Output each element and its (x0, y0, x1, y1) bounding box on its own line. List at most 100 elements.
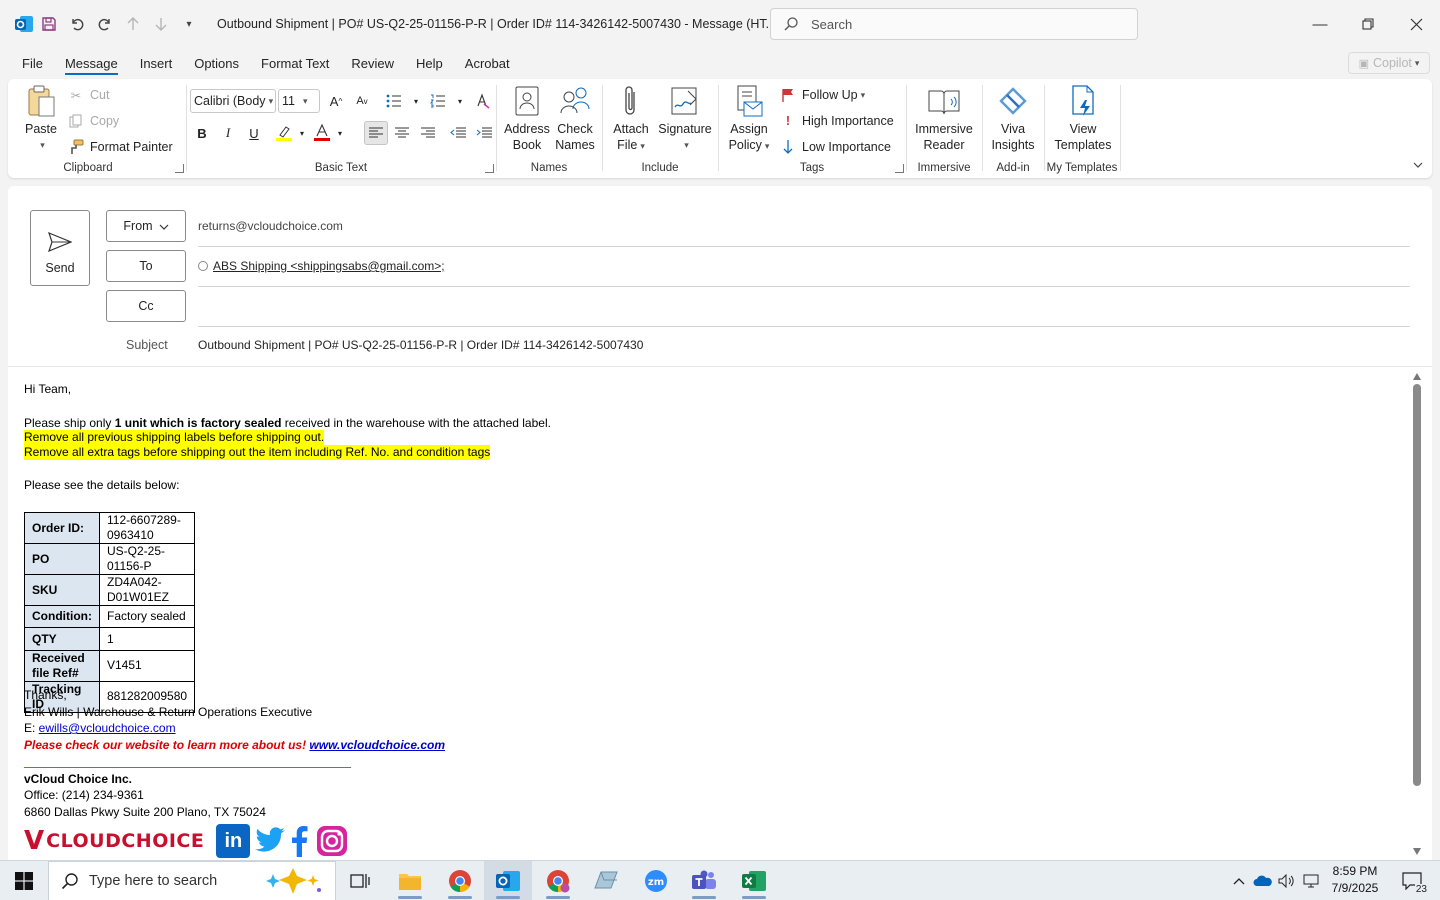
tab-message[interactable]: Message (54, 48, 129, 78)
chevron-down-icon[interactable]: ▾ (404, 89, 428, 113)
taskbar: Type here to search zm 8:59 PM 7/9/2025 … (0, 860, 1440, 900)
dialog-launcher-icon[interactable] (175, 164, 184, 173)
tab-acrobat[interactable]: Acrobat (454, 48, 521, 78)
cc-button[interactable]: Cc (106, 290, 186, 322)
vertical-scrollbar[interactable] (1408, 370, 1426, 860)
chrome-icon[interactable] (436, 861, 484, 900)
table-row: SKU ZD4A042-D01W01EZ (24, 574, 196, 606)
cc-field[interactable] (198, 326, 1410, 327)
save-icon[interactable] (35, 10, 63, 38)
cut-button[interactable]: ✂ Cut (68, 87, 110, 103)
chevron-down-icon[interactable]: ▾ (448, 89, 472, 113)
align-center-icon[interactable] (390, 121, 414, 145)
numbering-icon[interactable] (426, 89, 450, 113)
chevron-down-icon[interactable]: ▾ (328, 121, 352, 145)
instagram-icon[interactable] (316, 825, 348, 857)
minimize-icon[interactable]: — (1296, 0, 1344, 48)
notifications-icon[interactable]: 23 (1394, 861, 1430, 900)
send-button[interactable]: Send (30, 210, 90, 286)
scroll-up-icon[interactable] (1413, 373, 1421, 380)
copy-button[interactable]: Copy (68, 113, 119, 129)
from-button[interactable]: From (106, 210, 186, 242)
redo-icon[interactable] (91, 10, 119, 38)
restore-icon[interactable] (1344, 0, 1392, 48)
scroll-thumb[interactable] (1413, 384, 1421, 786)
facebook-icon[interactable] (290, 825, 308, 857)
address-book-button[interactable]: Address Book (504, 83, 550, 153)
underline-icon[interactable]: U (242, 121, 266, 145)
outlook-taskbar-icon[interactable] (484, 861, 532, 900)
zoom-icon[interactable]: zm (632, 861, 680, 900)
chrome-profile-icon[interactable] (534, 861, 582, 900)
scroll-down-icon[interactable] (1413, 848, 1421, 855)
copilot-button[interactable]: ▣ Copilot ▾ (1348, 52, 1430, 74)
follow-up-button[interactable]: Follow Up ▾ (780, 87, 865, 103)
to-field[interactable]: ABS Shipping <shippingsabs@gmail.com>; (198, 259, 445, 273)
file-explorer-icon[interactable] (386, 861, 434, 900)
tab-insert[interactable]: Insert (129, 48, 184, 78)
assign-policy-button[interactable]: Assign Policy ▾ (726, 83, 772, 154)
table-row: PO US-Q2-25-01156-P (24, 543, 196, 575)
bullets-icon[interactable] (382, 89, 406, 113)
subject-field[interactable]: Outbound Shipment | PO# US-Q2-25-01156-P… (198, 338, 643, 352)
tab-review[interactable]: Review (340, 48, 405, 78)
font-size-select[interactable]: 11 ▾ (278, 89, 320, 113)
teams-icon[interactable] (680, 861, 728, 900)
email-link[interactable]: ewills@vcloudchoice.com (39, 721, 176, 735)
from-field[interactable]: returns@vcloudchoice.com (198, 219, 343, 233)
instruction-line: Please ship only 1 unit which is factory… (24, 416, 551, 430)
format-painter-button[interactable]: Format Painter (68, 139, 173, 155)
chevron-up-icon[interactable] (1228, 861, 1250, 900)
close-icon[interactable] (1392, 0, 1440, 48)
customize-toolbar-icon[interactable]: ▾ (175, 10, 203, 38)
immersive-reader-button[interactable]: Immersive Reader (910, 83, 978, 153)
dialog-launcher-icon[interactable] (895, 164, 904, 173)
shrink-font-icon[interactable]: Av (350, 89, 374, 113)
twitter-icon[interactable] (254, 827, 286, 855)
signature-button[interactable]: Signature ▾ (656, 83, 714, 153)
low-importance-button[interactable]: Low Importance (780, 139, 891, 155)
website-link[interactable]: www.vcloudchoice.com (309, 738, 445, 752)
view-templates-button[interactable]: View Templates (1050, 83, 1116, 153)
task-view-icon[interactable] (336, 861, 384, 900)
high-importance-button[interactable]: ! High Importance (780, 113, 894, 129)
check-names-button[interactable]: Check Names (552, 83, 598, 153)
undo-icon[interactable] (63, 10, 91, 38)
tab-format-text[interactable]: Format Text (250, 48, 340, 78)
dialog-launcher-icon[interactable] (485, 164, 494, 173)
tab-help[interactable]: Help (405, 48, 454, 78)
increase-indent-icon[interactable] (472, 121, 496, 145)
onedrive-icon[interactable] (1252, 861, 1274, 900)
tab-file[interactable]: File (0, 48, 54, 78)
next-item-icon[interactable] (147, 10, 175, 38)
previous-item-icon[interactable] (119, 10, 147, 38)
paste-button[interactable]: Paste ▾ (20, 83, 62, 153)
tab-options[interactable]: Options (183, 48, 250, 78)
italic-icon[interactable]: I (216, 121, 240, 145)
clear-formatting-icon[interactable] (470, 89, 494, 113)
table-row: Order ID: 112-6607289-0963410 (24, 512, 196, 544)
app-icon[interactable] (582, 861, 630, 900)
align-left-icon[interactable] (364, 121, 388, 145)
recipient-chip[interactable]: ABS Shipping <shippingsabs@gmail.com>; (213, 259, 445, 273)
search-box[interactable]: Search (770, 8, 1138, 40)
excel-icon[interactable] (730, 861, 778, 900)
decrease-indent-icon[interactable] (446, 121, 470, 145)
ribbon-collapse-icon[interactable] (1413, 158, 1423, 168)
office-address: 6860 Dallas Pkwy Suite 200 Plano, TX 750… (24, 805, 266, 819)
table-row: QTY 1 (24, 627, 196, 651)
align-right-icon[interactable] (416, 121, 440, 145)
taskbar-search-input[interactable]: Type here to search (48, 861, 336, 900)
windows-start-icon[interactable] (0, 861, 48, 900)
font-name-select[interactable]: Calibri (Body ▾ (190, 89, 276, 113)
network-icon[interactable] (1300, 861, 1322, 900)
linkedin-icon[interactable]: in (216, 824, 251, 858)
grow-font-icon[interactable]: A ^ (324, 89, 348, 113)
attach-file-button[interactable]: Attach File ▾ (610, 83, 652, 154)
bold-icon[interactable]: B (190, 121, 214, 145)
my-templates-group: View Templates My Templates (1044, 79, 1120, 178)
viva-insights-button[interactable]: Viva Insights (986, 83, 1040, 153)
to-button[interactable]: To (106, 250, 186, 282)
volume-icon[interactable] (1276, 861, 1298, 900)
system-clock[interactable]: 8:59 PM 7/9/2025 (1325, 863, 1385, 897)
